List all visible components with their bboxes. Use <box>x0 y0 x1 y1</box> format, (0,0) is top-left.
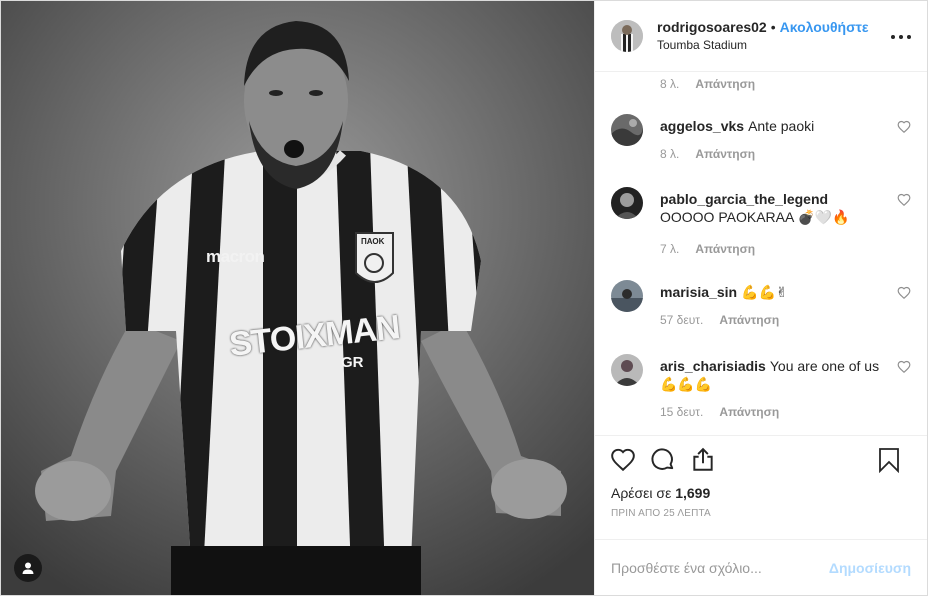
like-button[interactable] <box>609 446 637 474</box>
commenter-avatar[interactable] <box>611 279 643 312</box>
post-location[interactable]: Toumba Stadium <box>657 38 869 52</box>
likes-number: 1,699 <box>675 485 711 502</box>
comment-text: aggelos_vks Ante paoki <box>660 117 885 135</box>
share-button[interactable] <box>689 446 717 474</box>
post-timestamp[interactable]: ΠΡΙΝ ΑΠΟ 25 ΛΕΠΤΑ <box>595 505 927 541</box>
comment-time: 8 λ. <box>660 76 680 91</box>
user-tag-icon <box>22 562 34 574</box>
comment-button[interactable] <box>649 446 677 474</box>
share-icon <box>693 447 713 471</box>
author-username[interactable]: rodrigosoares02 <box>657 19 767 35</box>
partial-comment-meta: 8 λ. Απάντηση <box>660 77 755 91</box>
comment-input[interactable]: Προσθέστε ένα σχόλιο... <box>611 560 762 576</box>
commenter-avatar-image <box>611 353 643 386</box>
comments-list[interactable]: 8 λ. Απάντηση aggelos_vks Ante paoki 8 λ… <box>595 72 927 436</box>
comment-text: pablo_garcia_the_legend OOOOO PAOKARAA 💣🤍… <box>660 190 885 226</box>
club-badge-text: ΠΑΟΚ <box>361 237 385 246</box>
comment-text: aris_charisiadis You are one of us 💪💪💪 <box>660 357 885 393</box>
reply-button[interactable]: Απάντηση <box>719 313 779 327</box>
jersey-sponsor-suffix: GR <box>341 354 364 371</box>
reply-button[interactable]: Απάντηση <box>695 147 755 161</box>
comment-meta: 57 δευτ. Απάντηση <box>660 313 779 327</box>
commenter-avatar[interactable] <box>611 353 643 386</box>
bookmark-icon <box>879 448 899 473</box>
post-photo[interactable]: macron STOIXMAN GR ΠΑΟΚ <box>1 1 594 595</box>
tagged-users-button[interactable] <box>14 554 42 582</box>
jersey-brand-text: macron <box>206 247 265 266</box>
comment-icon <box>651 447 674 470</box>
header-separator: • <box>770 19 776 36</box>
save-button[interactable] <box>875 446 903 474</box>
comment-meta: 7 λ. Απάντηση <box>660 242 755 256</box>
comment-body: 💪💪✌ <box>741 283 788 300</box>
commenter-avatar[interactable] <box>611 113 643 146</box>
add-comment-form: Προσθέστε ένα σχόλιο... Δημοσίευση <box>595 540 927 595</box>
instagram-post-modal: macron STOIXMAN GR ΠΑΟΚ rodrigosoares02 … <box>0 0 928 596</box>
heart-icon[interactable] <box>897 360 911 374</box>
commenter-username[interactable]: pablo_garcia_the_legend <box>660 191 828 207</box>
reply-button[interactable]: Απάντηση <box>695 77 755 91</box>
commenter-username[interactable]: marisia_sin <box>660 284 737 300</box>
comment-meta: 8 λ. Απάντηση <box>660 147 755 161</box>
heart-icon <box>611 448 635 471</box>
commenter-avatar-image <box>611 279 643 312</box>
commenter-username[interactable]: aggelos_vks <box>660 118 744 134</box>
more-options-icon[interactable] <box>891 29 911 45</box>
comment-time: 57 δευτ. <box>660 312 704 327</box>
heart-icon[interactable] <box>897 286 911 300</box>
commenter-username[interactable]: aris_charisiadis <box>660 358 766 374</box>
player-photo-illustration <box>1 1 594 595</box>
comment-body: Ante paoki <box>748 117 815 134</box>
reply-button[interactable]: Απάντηση <box>695 242 755 256</box>
comment-meta: 15 δευτ. Απάντηση <box>660 405 779 419</box>
action-bar <box>595 436 927 483</box>
comment-text: marisia_sin 💪💪✌ <box>660 283 885 301</box>
comment-time: 15 δευτ. <box>660 404 704 419</box>
heart-icon[interactable] <box>897 193 911 207</box>
follow-button[interactable]: Ακολουθήστε <box>780 19 869 35</box>
heart-icon[interactable] <box>897 120 911 134</box>
reply-button[interactable]: Απάντηση <box>719 405 779 419</box>
likes-prefix: Αρέσει σε <box>611 485 672 502</box>
likes-count[interactable]: Αρέσει σε 1,699 <box>595 483 927 505</box>
commenter-avatar-image <box>611 113 643 146</box>
commenter-avatar[interactable] <box>611 186 643 219</box>
post-comment-button[interactable]: Δημοσίευση <box>829 560 911 576</box>
author-avatar[interactable] <box>611 19 643 52</box>
post-sidebar: rodrigosoares02 • Ακολουθήστε Toumba Sta… <box>594 1 927 595</box>
author-avatar-image <box>611 19 643 52</box>
comment-time: 7 λ. <box>660 241 680 256</box>
comment-time: 8 λ. <box>660 146 680 161</box>
post-header: rodrigosoares02 • Ακολουθήστε Toumba Sta… <box>595 1 927 72</box>
comment-body: OOOOO PAOKARAA 💣🤍🔥 <box>660 208 850 225</box>
commenter-avatar-image <box>611 186 643 219</box>
